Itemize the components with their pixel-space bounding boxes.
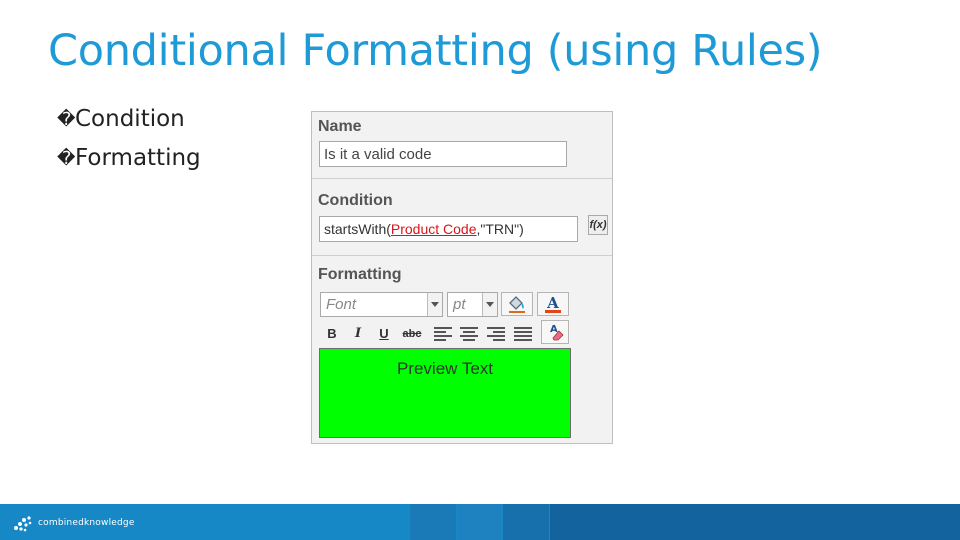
footer-segment: [550, 504, 960, 540]
clear-formatting-button[interactable]: A: [541, 320, 569, 344]
align-center-icon[interactable]: [460, 327, 478, 341]
preview-text: Preview Text: [396, 359, 494, 378]
footer-bar: [0, 504, 960, 540]
bullet-text: Condition: [75, 106, 185, 132]
condition-field-link[interactable]: Product Code: [391, 221, 477, 237]
align-left-icon[interactable]: [434, 327, 452, 341]
font-select[interactable]: Font: [320, 292, 443, 317]
strikethrough-button[interactable]: abc: [398, 324, 426, 344]
section-divider: [312, 255, 612, 256]
font-select-value: Font: [326, 296, 357, 313]
underline-button[interactable]: U: [372, 324, 396, 344]
rule-editor-panel: Name Is it a valid code Condition starts…: [311, 111, 613, 444]
bullet-list: �Condition �Formatting: [57, 100, 201, 178]
paint-bucket-icon: [509, 296, 525, 313]
align-right-icon[interactable]: [487, 327, 505, 341]
footer-segment: [457, 504, 501, 540]
preview-box: Preview Text: [319, 348, 571, 438]
name-label: Name: [318, 118, 362, 135]
formula-icon: f(x): [589, 219, 607, 231]
chevron-down-icon[interactable]: [482, 293, 497, 316]
condition-label: Condition: [318, 192, 393, 209]
brand-name: combinedknowledge: [38, 518, 135, 528]
font-color-button[interactable]: A: [537, 292, 569, 316]
name-input[interactable]: Is it a valid code: [319, 141, 567, 167]
brand-logo: combinedknowledge: [12, 513, 135, 533]
align-justify-icon[interactable]: [514, 327, 532, 341]
font-color-icon: A: [545, 294, 561, 313]
fill-color-button[interactable]: [501, 292, 533, 316]
condition-argument: ,"TRN"): [476, 221, 524, 237]
formatting-label: Formatting: [318, 266, 402, 283]
bullet-glyph: �: [57, 109, 76, 130]
section-divider: [312, 178, 612, 179]
condition-function: startsWith(: [324, 221, 391, 237]
brand-mark-icon: [14, 516, 32, 532]
slide-title: Conditional Formatting (using Rules): [48, 26, 823, 76]
bullet-text: Formatting: [75, 145, 201, 171]
chevron-down-icon[interactable]: [427, 293, 442, 316]
eraser-icon: A: [550, 324, 564, 341]
formula-button[interactable]: f(x): [588, 215, 608, 235]
italic-button[interactable]: I: [346, 324, 370, 344]
footer-segment: [410, 504, 456, 540]
bold-button[interactable]: B: [320, 324, 344, 344]
bullet-condition: �Condition: [57, 100, 201, 139]
bullet-formatting: �Formatting: [57, 139, 201, 178]
size-select[interactable]: pt: [447, 292, 498, 317]
condition-input[interactable]: startsWith(Product Code,"TRN"): [319, 216, 578, 242]
size-select-value: pt: [453, 296, 466, 313]
svg-text:A: A: [546, 294, 559, 312]
bullet-glyph: �: [57, 148, 76, 169]
footer-segment: [503, 504, 549, 540]
